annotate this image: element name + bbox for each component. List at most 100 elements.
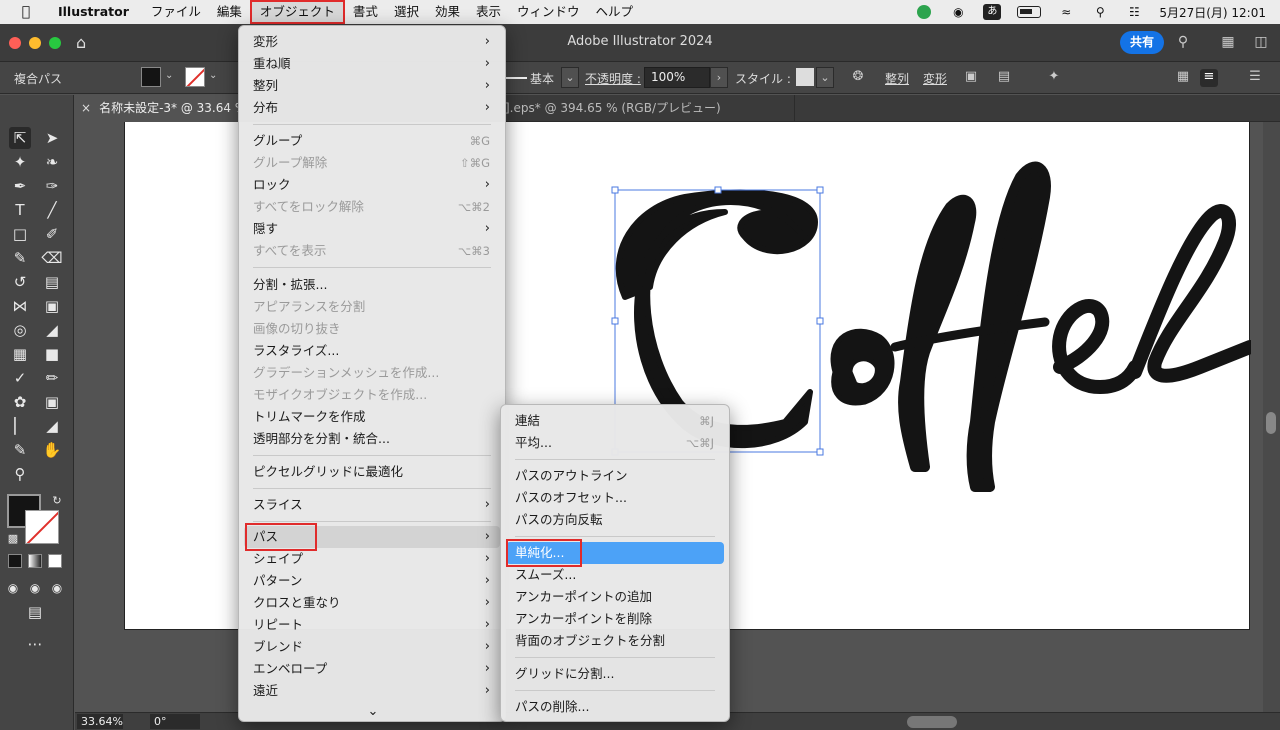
- search-icon[interactable]: ⚲: [1174, 34, 1192, 50]
- menu-item-perspective[interactable]: 遠近 ›: [244, 680, 500, 702]
- menu-file[interactable]: ファイル: [143, 0, 209, 24]
- menu-item-outline-stroke[interactable]: パスのアウトライン: [506, 465, 724, 487]
- style-dropdown[interactable]: ⌄: [816, 67, 834, 88]
- menu-window[interactable]: ウィンドウ: [509, 0, 588, 24]
- panel-menu-icon[interactable]: ☰: [1246, 69, 1264, 87]
- menu-item-average[interactable]: 平均... ⌥⌘J: [506, 432, 724, 454]
- slice-tool-icon[interactable]: ◢: [41, 415, 63, 437]
- menu-item-pattern[interactable]: パターン ›: [244, 570, 500, 592]
- menu-item-create-trim-marks[interactable]: トリムマークを作成: [244, 406, 500, 428]
- menu-item-distribute[interactable]: 分布 ›: [244, 97, 500, 119]
- recolor-icon[interactable]: ❂: [849, 69, 867, 87]
- color-mode-icon[interactable]: [8, 554, 22, 568]
- chevron-down-icon[interactable]: ⌄: [165, 70, 173, 81]
- puppet-warp-icon[interactable]: ✦: [1045, 69, 1063, 87]
- clock[interactable]: 5月27日(月) 12:01: [1159, 4, 1266, 21]
- workspace-icon[interactable]: ▦: [1219, 34, 1237, 50]
- menu-item-offset-path[interactable]: パスのオフセット...: [506, 487, 724, 509]
- hand-tool-icon[interactable]: ✋: [41, 439, 63, 461]
- transform-link[interactable]: 変形: [923, 70, 947, 87]
- opacity-label[interactable]: 不透明度 :: [585, 70, 641, 87]
- close-tab-icon[interactable]: ×: [81, 101, 91, 115]
- control-center-icon[interactable]: ☷: [1125, 5, 1143, 19]
- battery-icon[interactable]: [1017, 6, 1042, 18]
- more-tools-icon[interactable]: ⋯: [24, 633, 46, 655]
- menu-item-remove-anchor-points[interactable]: アンカーポイントを削除: [506, 608, 724, 630]
- menu-item-lock[interactable]: ロック ›: [244, 174, 500, 196]
- spotlight-search-icon[interactable]: ⚲: [1091, 5, 1109, 19]
- menu-item-smooth[interactable]: スムーズ...: [506, 564, 724, 586]
- apple-icon[interactable]: : [16, 4, 36, 20]
- perspective-grid-tool-icon[interactable]: ◢: [41, 319, 63, 341]
- creative-cloud-icon[interactable]: ◉: [949, 5, 967, 19]
- menu-effect[interactable]: 効果: [427, 0, 468, 24]
- menu-view[interactable]: 表示: [468, 0, 509, 24]
- rectangle-tool-icon[interactable]: □: [9, 223, 31, 245]
- menu-object[interactable]: オブジェクト: [249, 0, 345, 24]
- menu-help[interactable]: ヘルプ: [588, 0, 642, 24]
- gradient-mode-icon[interactable]: [28, 554, 42, 568]
- width-tool-icon[interactable]: ⋈: [9, 295, 31, 317]
- menu-item-unlock-all[interactable]: すべてをロック解除 ⌥⌘2: [244, 196, 500, 218]
- swap-colors-icon[interactable]: ↻: [46, 490, 68, 512]
- horizontal-scroll-thumb[interactable]: [907, 716, 957, 728]
- menu-item-crop-image[interactable]: 画像の切り抜き: [244, 318, 500, 340]
- tab-document-2[interactable]: ].eps* @ 394.65 % (RGB/プレビュー): [505, 95, 795, 122]
- menu-item-group[interactable]: グループ ⌘G: [244, 130, 500, 152]
- symbol-sprayer-tool-icon[interactable]: ✿: [9, 391, 31, 413]
- menu-item-join[interactable]: 連結 ⌘J: [506, 410, 724, 432]
- menu-item-reverse-path-direction[interactable]: パスの方向反転: [506, 509, 724, 531]
- scale-tool-icon[interactable]: ▤: [41, 271, 63, 293]
- free-transform-tool-icon[interactable]: ▣: [41, 295, 63, 317]
- opacity-arrow-button[interactable]: ›: [710, 67, 728, 88]
- column-graph-tool-icon[interactable]: ▏: [9, 415, 31, 437]
- menu-item-transform[interactable]: 変形 ›: [244, 31, 500, 53]
- panel-toggle-icon[interactable]: ◫: [1252, 34, 1270, 50]
- curvature-tool-icon[interactable]: ✑: [41, 175, 63, 197]
- magic-wand-tool-icon[interactable]: ✦: [9, 151, 31, 173]
- zoom-input[interactable]: 33.64%: [77, 714, 123, 729]
- stroke-swatch[interactable]: [185, 67, 205, 87]
- ime-indicator[interactable]: あ: [983, 4, 1002, 20]
- type-tool-icon[interactable]: T: [9, 199, 31, 221]
- menu-item-intertwine[interactable]: クロスと重なり ›: [244, 592, 500, 614]
- envelope-warp-icon[interactable]: ▤: [995, 69, 1013, 87]
- arrange-documents-icon[interactable]: ▦: [1174, 69, 1192, 87]
- menu-item-envelope-distort[interactable]: エンベロープ ›: [244, 658, 500, 680]
- pencil-tool-icon[interactable]: ✎: [9, 439, 31, 461]
- align-link[interactable]: 整列: [885, 70, 909, 87]
- pen-tool-icon[interactable]: ✒: [9, 175, 31, 197]
- menu-item-hide[interactable]: 隠す ›: [244, 218, 500, 240]
- share-button[interactable]: 共有: [1120, 31, 1164, 54]
- screen-mode-icon[interactable]: ▤: [24, 601, 46, 623]
- lasso-tool-icon[interactable]: ❧: [41, 151, 63, 173]
- menu-item-repeat[interactable]: リピート ›: [244, 614, 500, 636]
- stroke-profile-dropdown[interactable]: ⌄: [561, 67, 579, 88]
- menu-item-slice[interactable]: スライス ›: [244, 494, 500, 516]
- menu-item-blend[interactable]: ブレンド ›: [244, 636, 500, 658]
- line-tool-icon[interactable]: ╱: [41, 199, 63, 221]
- none-mode-icon[interactable]: [48, 554, 62, 568]
- scroll-thumb[interactable]: [1266, 412, 1276, 434]
- mesh-tool-icon[interactable]: ▦: [9, 343, 31, 365]
- menu-item-shape[interactable]: シェイプ ›: [244, 548, 500, 570]
- menu-app-illustrator[interactable]: Illustrator: [50, 0, 137, 24]
- menu-type[interactable]: 書式: [345, 0, 386, 24]
- menu-item-expand[interactable]: 分割・拡張...: [244, 274, 500, 296]
- stroke-color-box[interactable]: [25, 510, 59, 544]
- draw-behind-icon[interactable]: ◉: [24, 577, 46, 599]
- menu-item-make-pixel-perfect[interactable]: ピクセルグリッドに最適化: [244, 461, 500, 483]
- measure-tool-icon[interactable]: ✏: [41, 367, 63, 389]
- menu-item-create-gradient-mesh[interactable]: グラデーションメッシュを作成...: [244, 362, 500, 384]
- graphic-style-swatch[interactable]: [796, 68, 814, 86]
- menu-item-show-all[interactable]: すべてを表示 ⌥⌘3: [244, 240, 500, 262]
- vertical-scrollbar[interactable]: [1263, 122, 1280, 712]
- opacity-input[interactable]: 100%: [644, 67, 710, 88]
- wifi-icon[interactable]: ≈: [1057, 5, 1075, 19]
- chevron-down-icon[interactable]: ⌄: [239, 704, 507, 719]
- eyedropper-tool-icon[interactable]: ✓: [9, 367, 31, 389]
- chevron-down-icon[interactable]: ⌄: [209, 70, 217, 81]
- status-app-icon[interactable]: [915, 5, 933, 19]
- fill-swatch[interactable]: [141, 67, 161, 87]
- menu-item-expand-appearance[interactable]: アピアランスを分割: [244, 296, 500, 318]
